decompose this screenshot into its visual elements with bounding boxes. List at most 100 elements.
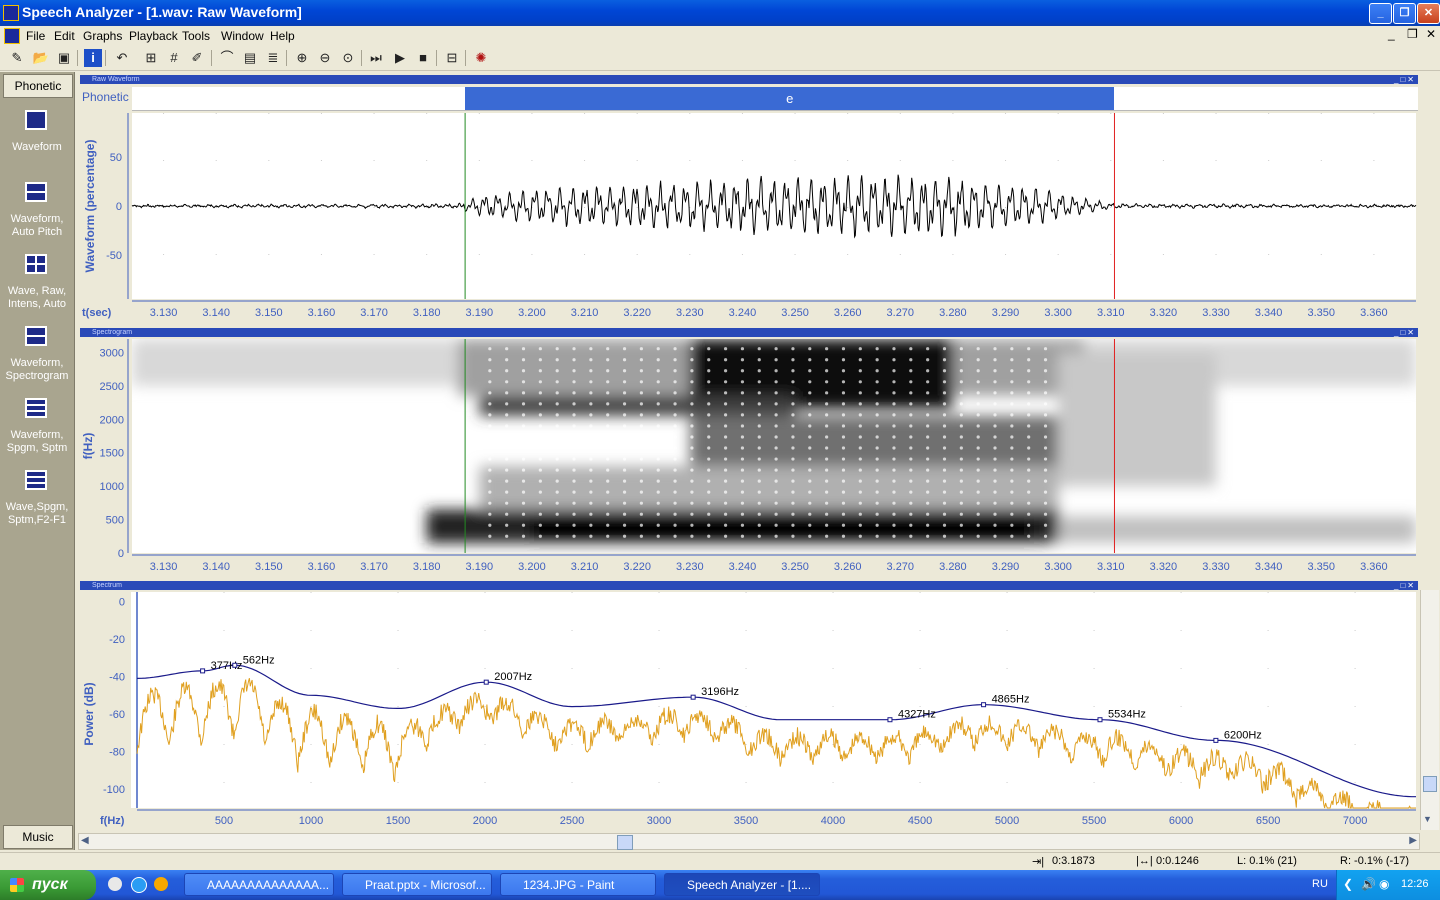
harmonic-dot (622, 512, 627, 516)
spectrum-x-tick-label: 7000 (1343, 815, 1367, 827)
horizontal-scrollbar[interactable]: ◀ ▶ (78, 833, 1420, 850)
quicklaunch-media-icon[interactable] (154, 877, 168, 891)
layout-waveform-spectrogram-icon[interactable] (25, 326, 47, 346)
formant-peak-marker (1097, 717, 1103, 723)
spectrum-plot[interactable]: 0 -20 -40 -60 -80 -100 500 1000 1500 2000 2500 3000… (80, 590, 1418, 830)
scroll-right-icon[interactable]: ▶ (1409, 835, 1417, 846)
harmonic-dot (808, 479, 812, 483)
layout-waveform-label[interactable]: Waveform (0, 141, 74, 154)
harmonic-dot (740, 391, 745, 395)
harmonic-dot (942, 446, 947, 450)
harmonic-dot (555, 435, 559, 439)
tab-phonetic[interactable]: Phonetic (3, 74, 73, 98)
mdi-restore-icon[interactable]: ❐ (1407, 27, 1418, 41)
spectrogram-plot[interactable]: 3000 2500 2000 1500 1000 500 0 3.130 3.140 3.150 3… (80, 337, 1418, 575)
harmonic-dot (858, 501, 862, 505)
menu-file[interactable]: File (26, 29, 45, 43)
plugin-icon[interactable]: ✺ (472, 49, 490, 67)
layout-waveform-autopitch-label[interactable]: Waveform, Auto Pitch (0, 213, 74, 239)
harmonic-dot (505, 358, 509, 362)
zoom-out-icon[interactable]: ⊖ (316, 49, 334, 67)
phonetic-segment-e[interactable]: e (465, 87, 1115, 110)
layout-waveform-icon[interactable] (25, 110, 47, 130)
menu-tools[interactable]: Tools (182, 29, 210, 43)
layout-waveform-spgm-sptm-icon[interactable] (25, 398, 47, 418)
harmonic-dot (1043, 457, 1048, 461)
tray-app-icon[interactable]: ◉ (1379, 877, 1389, 891)
grid-icon[interactable]: # (165, 49, 183, 67)
harmonic-dot (639, 402, 643, 406)
harmonic-dot (622, 402, 627, 406)
stop-icon[interactable]: ■ (414, 49, 432, 67)
chart-icon[interactable]: ⌒ (218, 49, 236, 67)
save-icon[interactable]: ▣ (55, 49, 73, 67)
harmonic-dot (926, 380, 930, 384)
harmonic-dot (1027, 446, 1031, 450)
play-icon[interactable]: ▶ (391, 49, 409, 67)
task-folder[interactable]: AAAAAAAAAAAAAA... (184, 873, 334, 896)
spectrum-vertical-scrollbar[interactable]: ▼ (1420, 590, 1439, 830)
layers-icon[interactable]: ≣ (264, 49, 282, 67)
graph-params-icon[interactable]: ⊞ (142, 49, 160, 67)
layout-icon[interactable]: ▤ (241, 49, 259, 67)
task-speech-analyzer[interactable]: Speech Analyzer - [1.... (664, 873, 820, 896)
waveform-panel-buttons[interactable]: _□✕ (1394, 75, 1416, 84)
minimize-button[interactable]: _ (1369, 3, 1392, 24)
waveform-plot[interactable]: 50 0 -50 3.130 3.140 3.150 3.160 3.170 3.180 3.19… (80, 111, 1418, 323)
scroll-down-icon[interactable]: ▼ (1423, 814, 1432, 824)
layout-wave-raw-intens-icon[interactable] (25, 254, 47, 274)
zoom-in-icon[interactable]: ⊕ (293, 49, 311, 67)
harmonic-dot (538, 468, 542, 472)
language-indicator[interactable]: RU (1312, 878, 1328, 890)
volume-icon[interactable]: 🔊 (1361, 877, 1376, 891)
start-button[interactable]: пуск (0, 870, 96, 900)
task-powerpoint[interactable]: Praat.pptx - Microsof... (342, 873, 492, 896)
spectrum-x-tick-label: 2000 (473, 815, 497, 827)
layout-wave-spgm-sptm-f2f1-label[interactable]: Wave,Spgm, Sptm,F2-F1 (0, 501, 74, 527)
spectrum-scroll-thumb[interactable] (1423, 776, 1437, 792)
wand-icon[interactable]: ✎ (8, 49, 26, 67)
menu-window[interactable]: Window (221, 29, 264, 43)
harmonic-dot (488, 413, 492, 417)
menu-edit[interactable]: Edit (54, 29, 75, 43)
menu-graphs[interactable]: Graphs (83, 29, 122, 43)
close-button[interactable]: ✕ (1417, 3, 1440, 24)
layout-wave-raw-intens-label[interactable]: Wave, Raw, Intens, Auto (0, 285, 74, 311)
harmonic-dot (1010, 413, 1014, 417)
spectrogram-panel-buttons[interactable]: _□✕ (1394, 328, 1416, 337)
layout-wave-spgm-sptm-f2f1-icon[interactable] (25, 470, 47, 490)
harmonic-dot (622, 380, 627, 384)
quicklaunch-browser-icon[interactable] (108, 877, 122, 891)
spectrogram-y-tick-label: 1500 (100, 448, 124, 460)
menu-playback[interactable]: Playback (129, 29, 178, 43)
mdi-minimize-icon[interactable]: _ (1388, 27, 1395, 41)
zoom-fit-icon[interactable]: ⊙ (339, 49, 357, 67)
quicklaunch-ie-icon[interactable] (131, 877, 147, 893)
scroll-left-icon[interactable]: ◀ (81, 835, 89, 846)
menu-help[interactable]: Help (270, 29, 295, 43)
edit-icon[interactable]: ✐ (188, 49, 206, 67)
mdi-close-icon[interactable]: ✕ (1426, 27, 1436, 41)
spectrum-panel-buttons[interactable]: _□✕ (1394, 581, 1416, 590)
open-icon[interactable]: 📂 (32, 49, 50, 67)
harmonic-dot (993, 402, 997, 406)
layout-waveform-autopitch-icon[interactable] (25, 182, 47, 202)
record-icon[interactable]: ⊟ (443, 49, 461, 67)
harmonic-dot (505, 347, 509, 351)
harmonic-dot (791, 358, 795, 362)
harmonic-dot (909, 424, 913, 428)
undo-icon[interactable]: ↶ (113, 49, 131, 67)
harmonic-dot (639, 391, 643, 395)
restore-button[interactable]: ❐ (1393, 3, 1416, 24)
horizontal-scroll-thumb[interactable] (617, 835, 633, 850)
info-icon[interactable]: i (84, 49, 102, 67)
tray-expand-icon[interactable]: ❮ (1343, 877, 1353, 891)
layout-waveform-spectrogram-label[interactable]: Waveform, Spectrogram (0, 357, 74, 383)
harmonic-dot (505, 457, 509, 461)
harmonic-dot (858, 380, 862, 384)
harmonic-dot (1043, 358, 1048, 362)
task-paint[interactable]: 1234.JPG - Paint (500, 873, 656, 896)
play-segment-icon[interactable]: ⏭ (367, 49, 385, 67)
layout-waveform-spgm-sptm-label[interactable]: Waveform, Spgm, Sptm (0, 429, 74, 455)
tab-music[interactable]: Music (3, 825, 73, 849)
